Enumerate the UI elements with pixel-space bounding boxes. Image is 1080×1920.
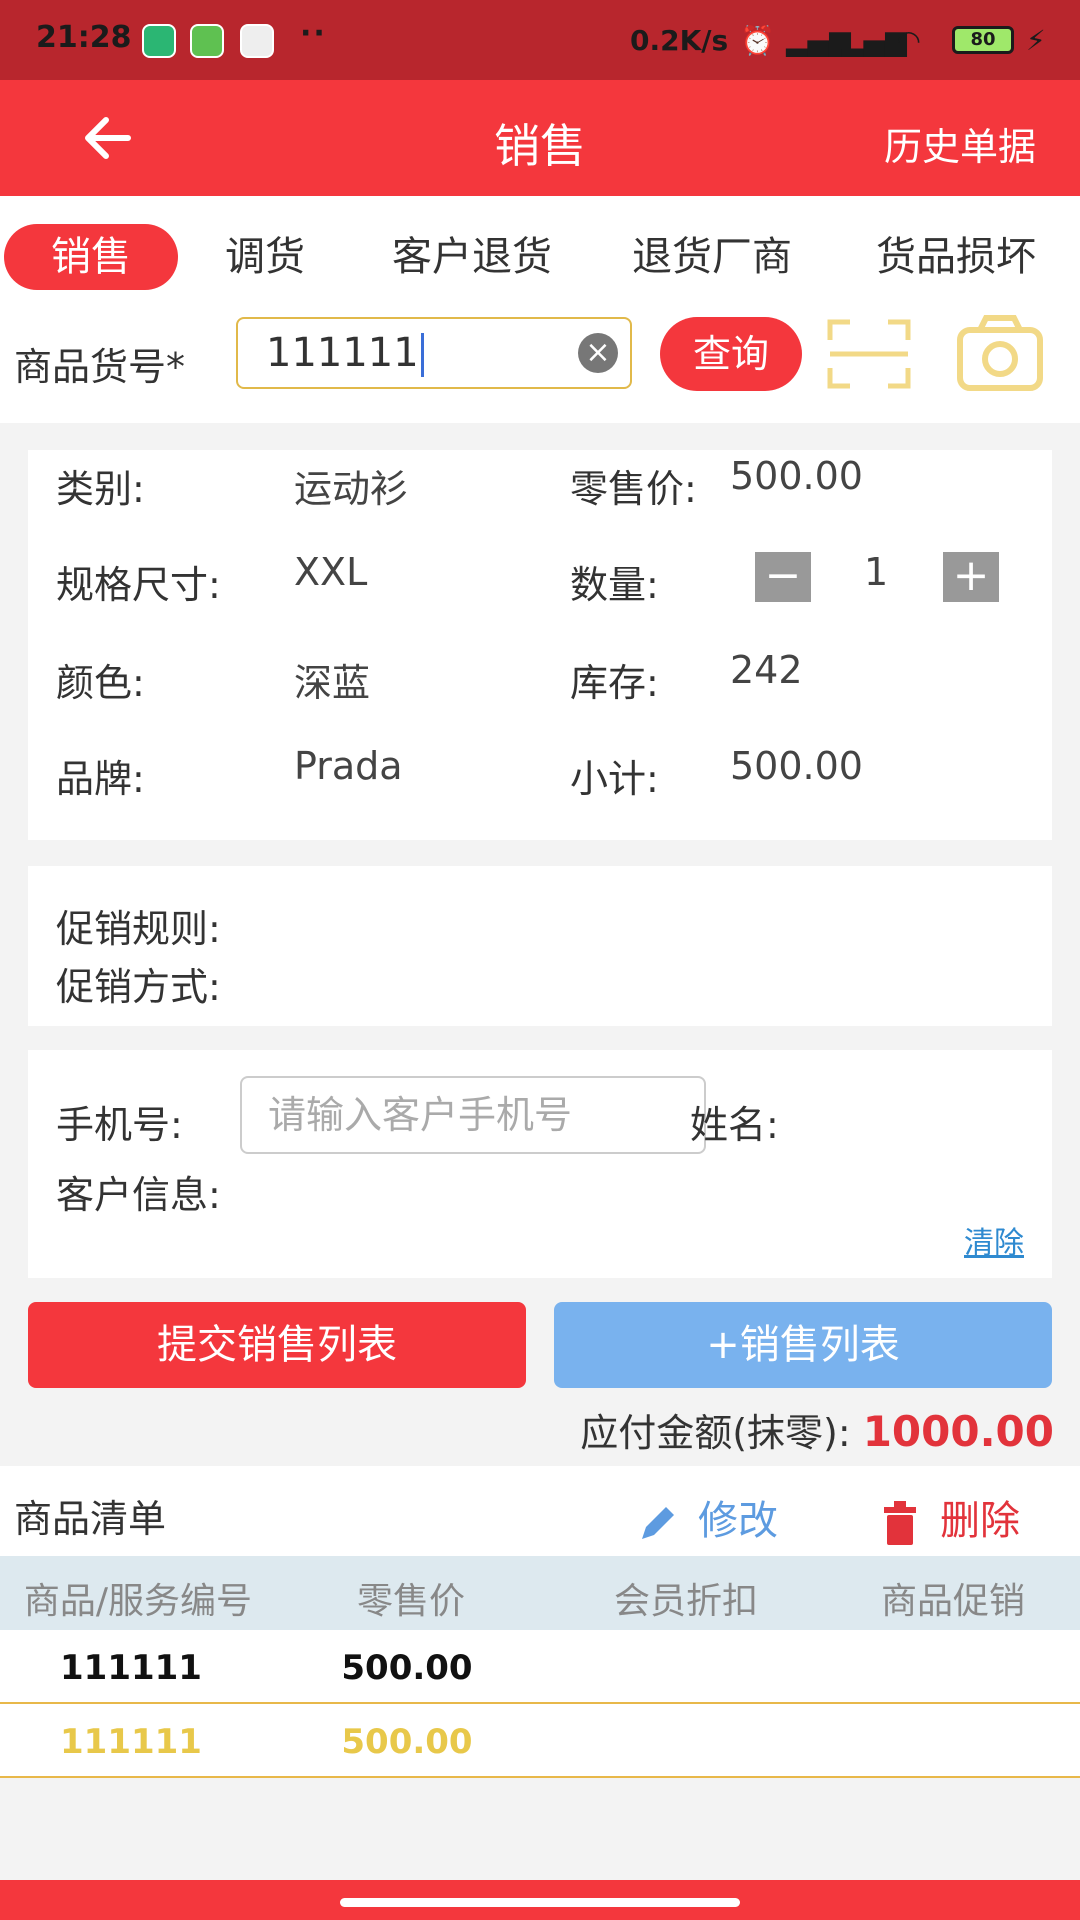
payable-label: 应付金额(抹零): [580, 1411, 851, 1455]
text-caret [420, 333, 424, 377]
customer-name-label: 姓名: [690, 1103, 779, 1147]
signal-icon: ▂▄▆ [786, 24, 851, 57]
battery-icon: 80 [952, 26, 1014, 54]
row-price: 500.00 [341, 1648, 473, 1688]
product-code-value: 111111 [266, 330, 419, 376]
product-search-row: 商品货号* 111111 × 查询 [0, 308, 1080, 423]
status-bar: 21:28 ·· 0.2K/s ⏰ ▂▄▆ ▂▄▆ ◠ 80 ⚡ [0, 0, 1080, 80]
history-orders-link[interactable]: 历史单据 [884, 116, 1036, 171]
goods-list-header: 商品清单 修改 删除 [0, 1466, 1080, 1556]
price-label: 零售价: [570, 467, 697, 511]
promo-method-label: 促销方式: [56, 965, 221, 1009]
clear-customer-link[interactable]: 清除 [964, 1218, 1024, 1262]
column-header-code: 商品/服务编号 [23, 1581, 253, 1622]
goods-list-title: 商品清单 [14, 1497, 167, 1541]
brand-label: 品牌: [56, 757, 145, 801]
payable-amount: 应付金额(抹零): 1000.00 [580, 1402, 1054, 1457]
barcode-scan-icon[interactable] [826, 318, 912, 390]
customer-info-label: 客户信息: [56, 1173, 221, 1217]
stock-label: 库存: [570, 661, 659, 705]
camera-icon[interactable] [956, 314, 1044, 394]
stock-value: 242 [730, 648, 803, 692]
payable-value: 1000.00 [862, 1407, 1054, 1456]
edit-button[interactable]: 修改 [636, 1488, 778, 1546]
delete-label: 删除 [940, 1498, 1020, 1544]
gesture-nav-handle[interactable] [340, 1898, 740, 1907]
submit-sales-list-button[interactable]: 提交销售列表 [28, 1302, 526, 1388]
promotion-card: 促销规则: 促销方式: [28, 866, 1052, 1026]
table-row[interactable]: 111111 500.00 [0, 1630, 1080, 1704]
app-android-icon [190, 24, 224, 58]
row-code: 111111 [60, 1648, 202, 1688]
tab-sales[interactable]: 销售 [4, 224, 178, 290]
subtotal-value: 500.00 [730, 744, 863, 788]
color-value: 深蓝 [294, 661, 371, 705]
promo-rule-label: 促销规则: [56, 907, 221, 951]
tab-damaged[interactable]: 货品损坏 [856, 224, 1056, 290]
status-time: 21:28 [36, 20, 132, 55]
brand-value: Prada [294, 744, 403, 788]
app-shield-icon [142, 24, 176, 58]
add-to-sales-list-button[interactable]: +销售列表 [554, 1302, 1052, 1388]
quantity-label: 数量: [570, 563, 659, 607]
query-button[interactable]: 查询 [660, 317, 802, 391]
trash-icon [884, 1501, 916, 1545]
tab-transfer[interactable]: 调货 [200, 224, 330, 290]
column-header-promotion: 商品促销 [880, 1581, 1025, 1622]
phone-input[interactable]: 请输入客户手机号 [240, 1076, 706, 1154]
more-notifications-icon: ·· [300, 16, 327, 51]
price-value: 500.00 [730, 454, 863, 498]
goods-table-header: 商品/服务编号 零售价 会员折扣 商品促销 [0, 1556, 1080, 1630]
app-planet-icon [240, 24, 274, 58]
app-header: 销售 历史单据 [0, 80, 1080, 196]
subtotal-label: 小计: [570, 757, 659, 801]
category-label: 类别: [56, 467, 145, 511]
quantity-value: 1 [864, 550, 889, 594]
product-code-input[interactable]: 111111 [236, 317, 632, 389]
row-code: 111111 [60, 1722, 202, 1762]
column-header-member-discount: 会员折扣 [613, 1581, 758, 1622]
customer-card: 手机号: 请输入客户手机号 姓名: 客户信息: 清除 [28, 1050, 1052, 1278]
charging-icon: ⚡ [1026, 24, 1046, 57]
size-label: 规格尺寸: [56, 563, 221, 607]
delete-button[interactable]: 删除 [880, 1488, 1020, 1546]
wifi-icon: ◠ [898, 24, 920, 57]
tab-return-vendor[interactable]: 退货厂商 [612, 224, 812, 290]
edit-label: 修改 [698, 1498, 778, 1544]
network-speed: 0.2K/s [630, 24, 729, 57]
phone-label: 手机号: [56, 1103, 183, 1147]
quantity-increase-button[interactable]: + [943, 552, 999, 602]
product-code-label: 商品货号* [14, 345, 186, 389]
row-price: 500.00 [341, 1722, 473, 1762]
tab-customer-return[interactable]: 客户退货 [372, 224, 572, 290]
color-label: 颜色: [56, 661, 145, 705]
size-value: XXL [294, 550, 368, 594]
alarm-icon: ⏰ [740, 24, 775, 57]
pencil-icon [642, 1507, 674, 1539]
column-header-price: 零售价 [356, 1581, 465, 1622]
tab-bar: 销售 调货 客户退货 退货厂商 货品损坏 [0, 196, 1080, 308]
product-details-card: 类别: 运动衫 零售价: 500.00 规格尺寸: XXL 数量: − 1 + … [28, 450, 1052, 840]
signal-hd-icon: ▂▄▆ [842, 24, 907, 57]
clear-input-icon[interactable]: × [578, 333, 618, 373]
table-row-selected[interactable]: 111111 500.00 [0, 1704, 1080, 1778]
quantity-decrease-button[interactable]: − [755, 552, 811, 602]
category-value: 运动衫 [294, 467, 409, 511]
